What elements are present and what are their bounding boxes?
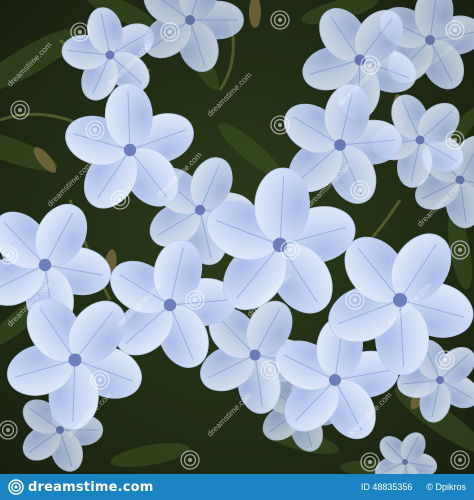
flower-center xyxy=(354,54,366,66)
flower-center xyxy=(415,135,425,145)
footer-logo: dreamstime.com xyxy=(8,479,154,495)
flower-center xyxy=(163,298,177,312)
flower-center xyxy=(455,175,465,185)
spiral-logo-icon xyxy=(8,479,24,495)
flower-center xyxy=(425,35,435,45)
flower-center xyxy=(393,293,407,307)
flower-center xyxy=(436,376,444,384)
flower-center xyxy=(68,353,82,367)
flower-center xyxy=(38,258,52,272)
flower-center xyxy=(194,204,206,216)
flower-center xyxy=(123,143,137,157)
flower-center xyxy=(329,374,341,386)
flower-center xyxy=(56,426,64,434)
flower-center xyxy=(185,15,195,25)
brand-text: dreamstime.com xyxy=(28,479,154,495)
flower-center xyxy=(334,139,346,151)
flower-center xyxy=(105,50,115,60)
footer-meta: ID 48835356 © Dpikros xyxy=(361,482,466,492)
image-id: ID 48835356 xyxy=(360,482,413,492)
flower-center xyxy=(249,349,261,361)
stock-photo xyxy=(0,0,474,474)
footer-bar: dreamstime.com ID 48835356 © Dpikros xyxy=(0,474,474,500)
author-credit: © Dpikros xyxy=(426,482,466,492)
flower-center xyxy=(402,459,408,465)
